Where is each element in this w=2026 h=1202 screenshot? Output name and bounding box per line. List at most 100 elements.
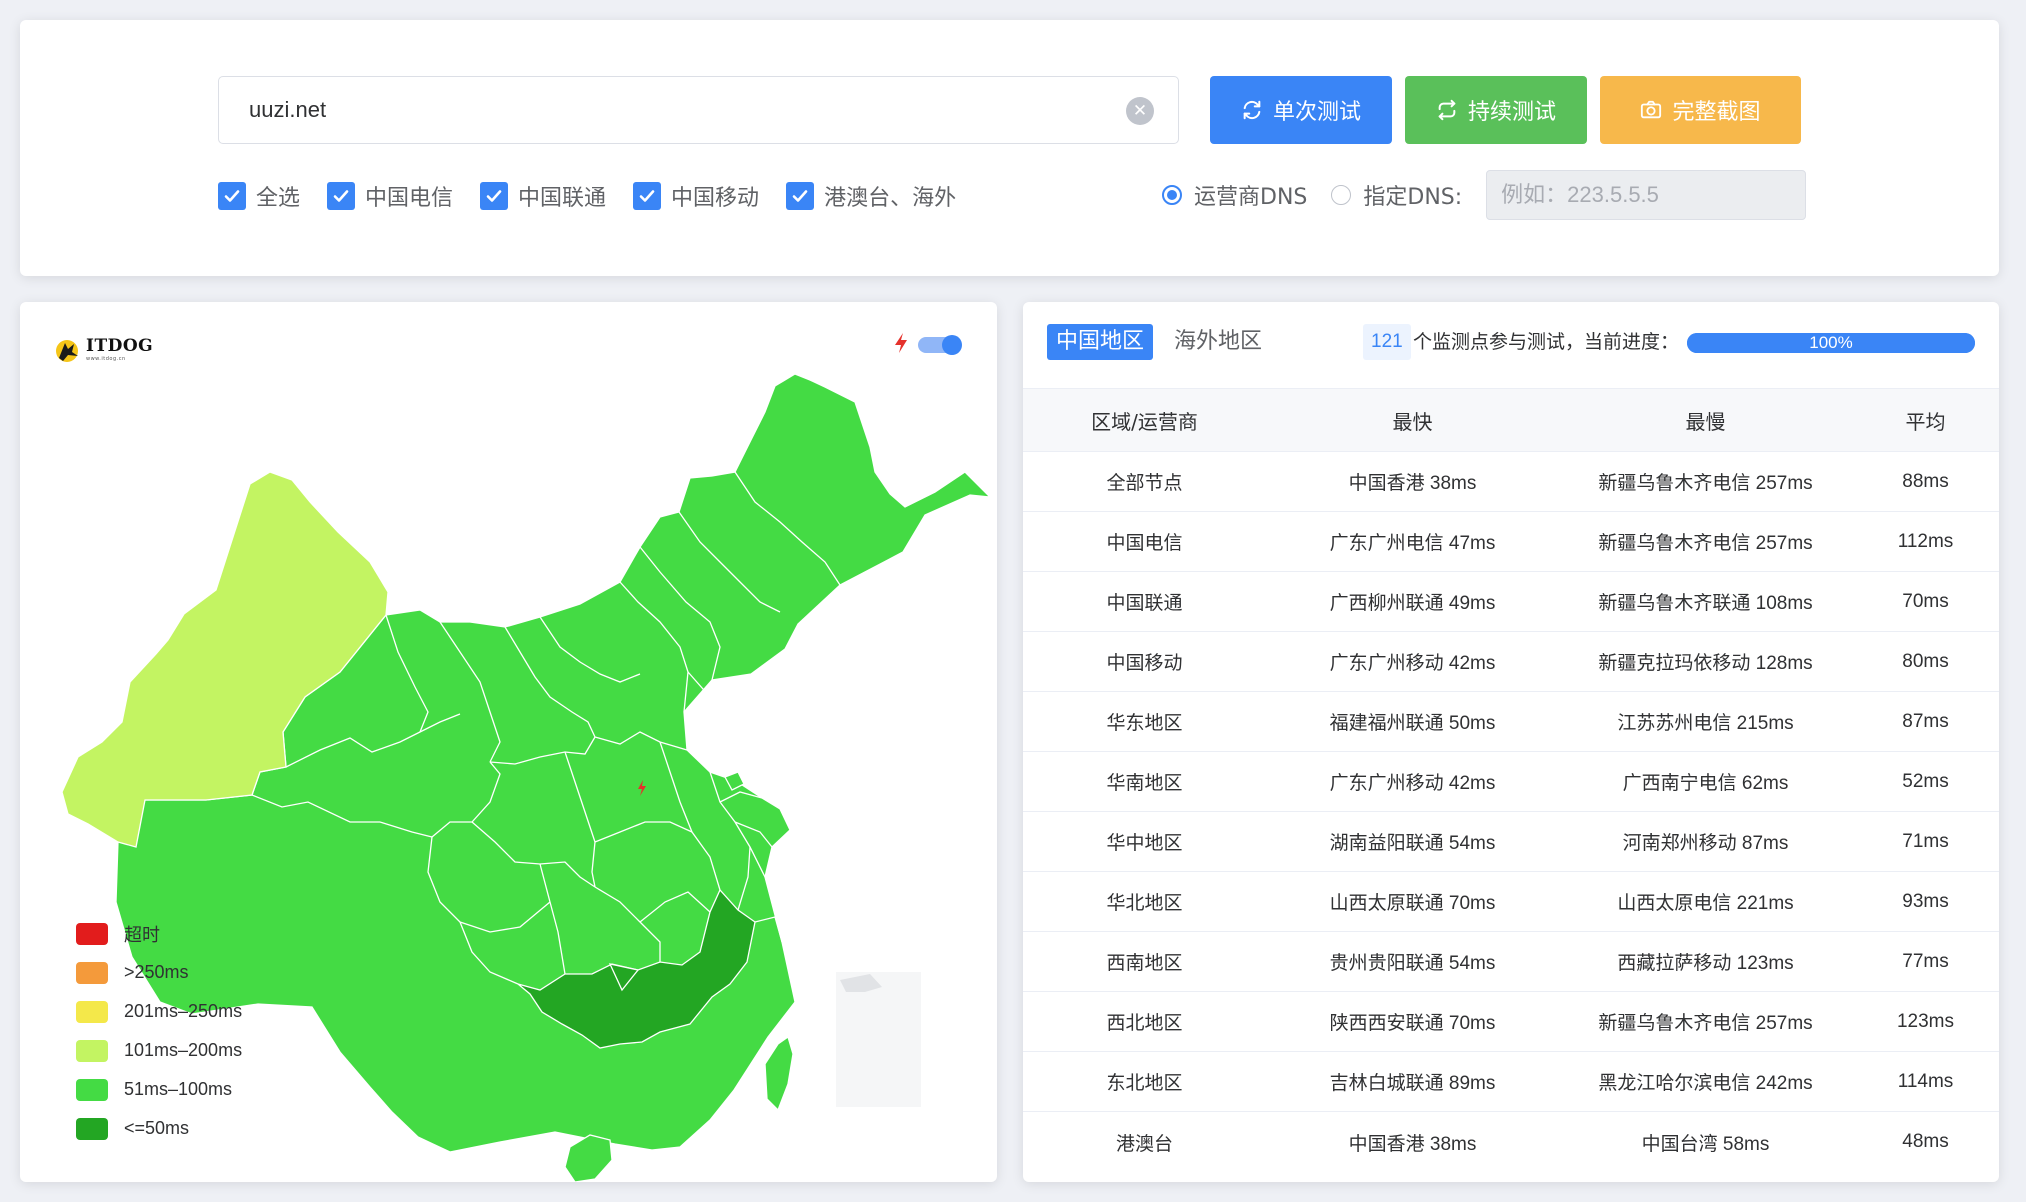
cell-fastest: 中国香港 38ms bbox=[1348, 1133, 1477, 1155]
test-config-card: ✕ 单次测试 持续测试 完整截图 全选 中国电信 中国联通 中国移动 港澳 bbox=[20, 20, 1999, 276]
cell-region: 华中地区 bbox=[1106, 833, 1183, 854]
cell-region: 西南地区 bbox=[1106, 953, 1183, 974]
region-tabs: 中国地区 海外地区 bbox=[1047, 324, 1283, 360]
checkbox-china-mobile[interactable]: 中国移动 bbox=[633, 180, 759, 212]
latency-legend: 超时 >250ms 201ms–250ms 101ms–200ms 51ms–1… bbox=[76, 914, 242, 1148]
legend-label: 201ms–250ms bbox=[124, 1001, 243, 1021]
table-row: 港澳台 中国香港 38ms 中国台湾 58ms 48ms bbox=[1023, 1112, 1999, 1172]
table-row: 华北地区 山西太原联通 70ms 山西太原电信 221ms 93ms bbox=[1023, 872, 1999, 932]
continuous-test-label: 持续测试 bbox=[1467, 100, 1556, 125]
legend-label: >250ms bbox=[124, 962, 189, 982]
cell-slowest: 新疆乌鲁木齐电信 257ms bbox=[1598, 1013, 1813, 1034]
column-header-average: 平均 bbox=[1905, 409, 1946, 434]
table-row: 华南地区 广东广州移动 42ms 广西南宁电信 62ms 52ms bbox=[1023, 752, 1999, 812]
full-screenshot-label: 完整截图 bbox=[1672, 100, 1761, 125]
tab-overseas-region[interactable]: 海外地区 bbox=[1165, 324, 1271, 360]
legend-item-over-250: >250ms bbox=[76, 953, 242, 992]
checkbox-hk-mo-tw-overseas[interactable]: 港澳台、海外 bbox=[786, 180, 956, 212]
column-header-fastest: 最快 bbox=[1392, 409, 1433, 434]
legend-label: 101ms–200ms bbox=[124, 1040, 243, 1060]
legend-swatch bbox=[76, 922, 108, 945]
cell-average: 77ms bbox=[1902, 950, 1949, 972]
cell-fastest: 福建福州联通 50ms bbox=[1329, 713, 1496, 734]
cell-region: 中国移动 bbox=[1106, 653, 1183, 674]
map-region bbox=[564, 1134, 613, 1182]
legend-item-51-100: 51ms–100ms bbox=[76, 1070, 242, 1109]
cell-average: 114ms bbox=[1897, 1070, 1954, 1092]
cell-fastest: 广东广州电信 47ms bbox=[1329, 533, 1496, 554]
close-circle-icon[interactable]: ✕ bbox=[1126, 97, 1154, 125]
cell-average: 112ms bbox=[1897, 530, 1954, 552]
legend-swatch bbox=[76, 1000, 108, 1023]
cell-region: 华北地区 bbox=[1106, 893, 1183, 914]
cell-average: 87ms bbox=[1902, 710, 1949, 732]
cell-fastest: 广西柳州联通 49ms bbox=[1329, 593, 1496, 614]
cell-average: 88ms bbox=[1902, 470, 1949, 492]
radio-carrier-dns[interactable]: 运营商DNS bbox=[1162, 179, 1307, 211]
checkbox-checked-icon bbox=[327, 182, 356, 210]
cell-region: 中国电信 bbox=[1106, 533, 1183, 554]
cell-fastest: 中国香港 38ms bbox=[1348, 473, 1477, 494]
cell-slowest: 河南郑州移动 87ms bbox=[1622, 833, 1789, 854]
repeat-icon bbox=[1438, 99, 1456, 121]
url-input[interactable] bbox=[249, 77, 1109, 143]
checkbox-checked-icon bbox=[633, 182, 662, 210]
cell-fastest: 吉林白城联通 89ms bbox=[1329, 1073, 1496, 1094]
cell-region: 港澳台 bbox=[1115, 1133, 1173, 1155]
checkbox-label: 中国电信 bbox=[365, 186, 454, 211]
cell-fastest: 陕西西安联通 70ms bbox=[1329, 1013, 1496, 1034]
camera-icon bbox=[1641, 100, 1662, 119]
radio-custom-dns[interactable]: 指定DNS: bbox=[1331, 179, 1462, 211]
legend-label: <=50ms bbox=[124, 1118, 190, 1138]
checkbox-label: 中国移动 bbox=[671, 186, 760, 211]
single-test-label: 单次测试 bbox=[1272, 100, 1361, 125]
cell-slowest: 新疆乌鲁木齐电信 257ms bbox=[1598, 533, 1813, 554]
progress-bar: 100% bbox=[1687, 333, 1975, 353]
checkbox-china-unicom[interactable]: 中国联通 bbox=[480, 180, 606, 212]
table-row: 东北地区 吉林白城联通 89ms 黑龙江哈尔滨电信 242ms 114ms bbox=[1023, 1052, 1999, 1112]
table-row: 西北地区 陕西西安联通 70ms 新疆乌鲁木齐电信 257ms 123ms bbox=[1023, 992, 1999, 1052]
continuous-test-button[interactable]: 持续测试 bbox=[1405, 76, 1587, 144]
cell-region: 华东地区 bbox=[1106, 713, 1183, 734]
checkbox-label: 全选 bbox=[256, 186, 301, 211]
legend-swatch bbox=[76, 1117, 108, 1140]
checkbox-china-telecom[interactable]: 中国电信 bbox=[327, 180, 453, 212]
table-row: 中国移动 广东广州移动 42ms 新疆克拉玛依移动 128ms 80ms bbox=[1023, 632, 1999, 692]
single-test-button[interactable]: 单次测试 bbox=[1210, 76, 1392, 144]
legend-swatch bbox=[76, 961, 108, 984]
carrier-checkbox-group: 全选 中国电信 中国联通 中国移动 港澳台、海外 bbox=[218, 180, 983, 212]
custom-dns-input[interactable] bbox=[1486, 170, 1807, 220]
checkbox-checked-icon bbox=[786, 182, 815, 210]
cell-average: 93ms bbox=[1902, 890, 1949, 912]
cell-region: 全部节点 bbox=[1106, 473, 1183, 494]
cell-slowest: 黑龙江哈尔滨电信 242ms bbox=[1598, 1073, 1813, 1094]
province-border bbox=[719, 721, 763, 773]
checkbox-checked-icon bbox=[480, 182, 509, 210]
radio-label: 运营商DNS bbox=[1194, 185, 1308, 210]
dns-option-group: 运营商DNS 指定DNS: bbox=[1162, 170, 1807, 220]
south-china-sea-inset bbox=[836, 972, 921, 1107]
cell-slowest: 江苏苏州电信 215ms bbox=[1617, 713, 1794, 734]
checkbox-label: 中国联通 bbox=[518, 186, 607, 211]
checkbox-select-all[interactable]: 全选 bbox=[218, 180, 300, 212]
cell-slowest: 西藏拉萨移动 123ms bbox=[1617, 953, 1794, 974]
legend-swatch bbox=[76, 1078, 108, 1101]
table-body: 全部节点 中国香港 38ms 新疆乌鲁木齐电信 257ms 88ms 中国电信 广东广州电… bbox=[1023, 452, 1999, 1172]
full-screenshot-button[interactable]: 完整截图 bbox=[1600, 76, 1801, 144]
checkbox-label: 港澳台、海外 bbox=[824, 186, 957, 211]
tab-china-region[interactable]: 中国地区 bbox=[1047, 324, 1154, 360]
table-row: 中国联通 广西柳州联通 49ms 新疆乌鲁木齐联通 108ms 70ms bbox=[1023, 572, 1999, 632]
cell-slowest: 山西太原电信 221ms bbox=[1617, 893, 1794, 914]
map-region bbox=[764, 1035, 794, 1112]
cell-average: 71ms bbox=[1902, 830, 1949, 852]
cell-slowest: 新疆乌鲁木齐联通 108ms bbox=[1598, 593, 1813, 614]
cell-region: 中国联通 bbox=[1106, 593, 1183, 614]
cell-region: 西北地区 bbox=[1106, 1013, 1183, 1034]
cell-average: 70ms bbox=[1902, 590, 1949, 612]
legend-swatch bbox=[76, 1039, 108, 1062]
legend-item-201-250: 201ms–250ms bbox=[76, 992, 242, 1031]
legend-item-101-200: 101ms–200ms bbox=[76, 1031, 242, 1070]
cell-fastest: 湖南益阳联通 54ms bbox=[1329, 833, 1496, 854]
cell-slowest: 新疆克拉玛依移动 128ms bbox=[1598, 653, 1813, 674]
cell-region: 东北地区 bbox=[1106, 1073, 1183, 1094]
